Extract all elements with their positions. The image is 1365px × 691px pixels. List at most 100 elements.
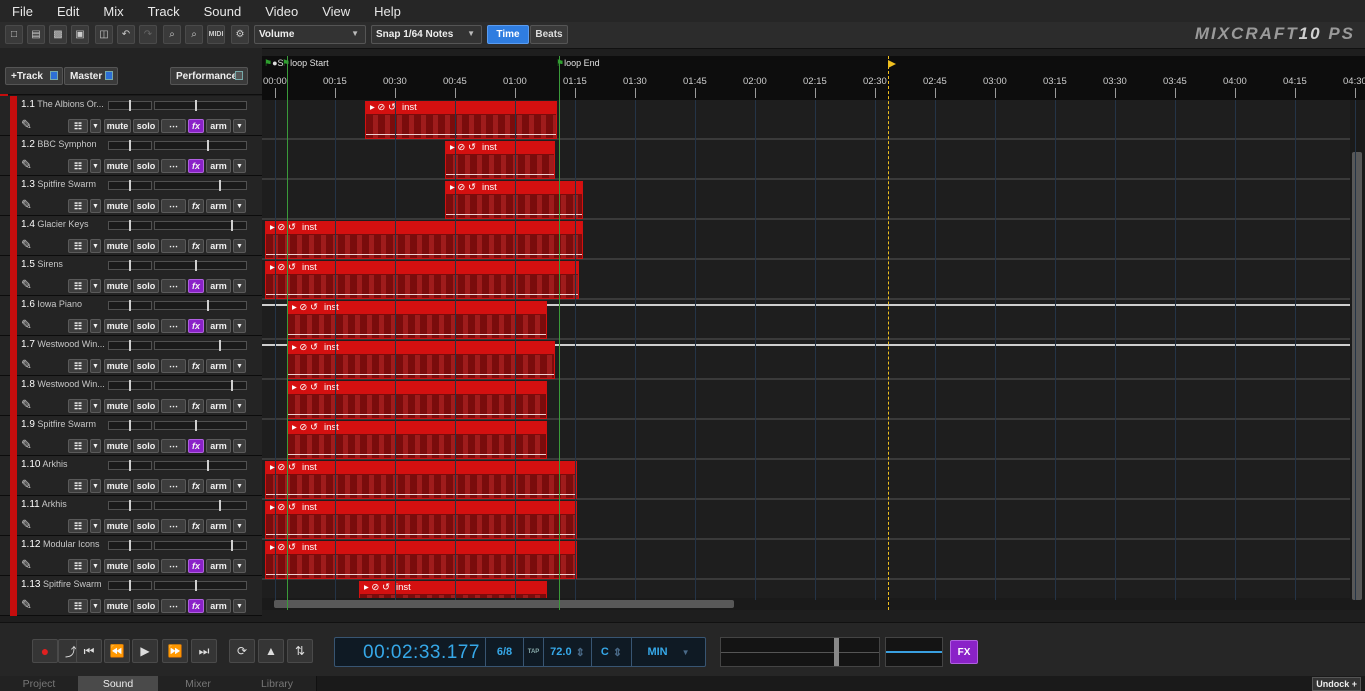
clip-header[interactable]: ▸ ⊘ ↺ inst [446, 182, 582, 194]
chevron-down-icon[interactable]: ▼ [233, 159, 246, 173]
tab-mixer[interactable]: Mixer [158, 676, 239, 691]
midi-clip[interactable]: ▸ ⊘ ↺ inst [365, 101, 557, 139]
automation-icon[interactable]: ⋯ [161, 239, 186, 253]
volume-slider-handle[interactable] [129, 180, 131, 191]
record-icon[interactable]: ● [32, 639, 58, 663]
tap-tempo-button[interactable]: TAP [523, 638, 543, 666]
pan-slider-handle[interactable] [207, 140, 209, 151]
fx-button[interactable]: fx [188, 439, 204, 453]
track-volume-slider[interactable] [108, 220, 152, 231]
arm-button[interactable]: arm [206, 279, 231, 293]
chevron-down-icon[interactable]: ▼ [233, 439, 246, 453]
chevron-down-icon[interactable]: ▼ [90, 359, 101, 373]
clip-menu-icon[interactable]: ▸ ⊘ ↺ [450, 142, 476, 153]
clip-menu-icon[interactable]: ▸ ⊘ ↺ [292, 302, 318, 313]
track-name[interactable]: 1.1 The Albions Or... [21, 99, 104, 110]
mute-button[interactable]: mute [104, 559, 131, 573]
track-volume-slider[interactable] [108, 460, 152, 471]
track-volume-slider[interactable] [108, 100, 152, 111]
piano-keys-icon[interactable]: ☷ [68, 599, 88, 613]
redo-icon[interactable]: ↷ [139, 25, 157, 44]
track-pan-slider[interactable] [154, 460, 247, 471]
solo-button[interactable]: solo [133, 279, 159, 293]
fx-button[interactable]: fx [188, 399, 204, 413]
clip-envelope[interactable] [266, 494, 576, 495]
track-volume-slider[interactable] [108, 140, 152, 151]
mute-button[interactable]: mute [104, 439, 131, 453]
automation-icon[interactable]: ⋯ [161, 359, 186, 373]
midi-clip[interactable]: ▸ ⊘ ↺ inst [265, 541, 577, 579]
automation-icon[interactable]: ⋯ [161, 479, 186, 493]
track-name[interactable]: 1.3 Spitfire Swarm [21, 179, 96, 190]
menu-file[interactable]: File [0, 4, 45, 19]
pan-slider-handle[interactable] [231, 380, 233, 391]
menu-sound[interactable]: Sound [192, 4, 254, 19]
solo-button[interactable]: solo [133, 439, 159, 453]
automation-select[interactable]: Volume ▼ [254, 25, 366, 44]
zoom-in-icon[interactable]: ⌕ [163, 25, 181, 44]
arm-button[interactable]: arm [206, 119, 231, 133]
time-mode-button[interactable]: Time [487, 25, 529, 44]
fx-button[interactable]: fx [188, 479, 204, 493]
piano-keys-icon[interactable]: ☷ [68, 239, 88, 253]
volume-slider-handle[interactable] [129, 380, 131, 391]
clip-envelope[interactable] [266, 294, 578, 295]
chevron-down-icon[interactable]: ▼ [233, 559, 246, 573]
volume-slider-handle[interactable] [129, 580, 131, 591]
mute-button[interactable]: mute [104, 199, 131, 213]
play-icon[interactable]: ▶ [132, 639, 158, 663]
settings-gear-icon[interactable]: ⚙ [231, 25, 249, 44]
automation-icon[interactable]: ⋯ [161, 519, 186, 533]
go-to-end-icon[interactable]: ⏭ [191, 639, 217, 663]
fx-button[interactable]: fx [188, 599, 204, 613]
piano-keys-icon[interactable]: ☷ [68, 439, 88, 453]
clip-menu-icon[interactable]: ▸ ⊘ ↺ [270, 222, 296, 233]
chevron-down-icon[interactable]: ▼ [233, 479, 246, 493]
track-header[interactable]: 1.6 Iowa Piano ✎ ☷ ▼ mute solo ⋯ fx arm ▼ [0, 296, 262, 336]
track-volume-slider[interactable] [108, 420, 152, 431]
clip-envelope[interactable] [288, 334, 546, 335]
clip-menu-icon[interactable]: ▸ ⊘ ↺ [370, 102, 396, 113]
undo-icon[interactable]: ↶ [117, 25, 135, 44]
volume-slider-handle[interactable] [129, 340, 131, 351]
automation-icon[interactable]: ⋯ [161, 559, 186, 573]
vertical-scrollbar[interactable] [1350, 100, 1365, 610]
chevron-down-icon[interactable]: ▼ [90, 519, 101, 533]
arm-button[interactable]: arm [206, 519, 231, 533]
track-header[interactable]: 1.4 Glacier Keys ✎ ☷ ▼ mute solo ⋯ fx arm ▼ [0, 216, 262, 256]
menu-video[interactable]: Video [253, 4, 310, 19]
instrument-icon[interactable]: ✎ [21, 437, 39, 453]
track-header[interactable]: 1.12 Modular Icons ✎ ☷ ▼ mute solo ⋯ fx arm ▼ [0, 536, 262, 576]
instrument-icon[interactable]: ✎ [21, 117, 39, 133]
clip-menu-icon[interactable]: ▸ ⊘ ↺ [270, 542, 296, 553]
timeline-area[interactable]: 00:00 00:15 00:30 00:45 01:00 01:15 01:30 01:45… [262, 56, 1365, 610]
track-volume-slider[interactable] [108, 580, 152, 591]
chevron-down-icon[interactable]: ▼ [233, 119, 246, 133]
menu-mix[interactable]: Mix [91, 4, 135, 19]
fx-button[interactable]: fx [188, 199, 204, 213]
new-file-icon[interactable]: □ [5, 25, 23, 44]
volume-slider-handle[interactable] [129, 540, 131, 551]
fx-button[interactable]: fx [188, 159, 204, 173]
cut-icon[interactable]: ◫ [95, 25, 113, 44]
arm-button[interactable]: arm [206, 159, 231, 173]
solo-button[interactable]: solo [133, 239, 159, 253]
instrument-icon[interactable]: ✎ [21, 197, 39, 213]
track-header[interactable]: 1.3 Spitfire Swarm ✎ ☷ ▼ mute solo ⋯ fx arm ▼ [0, 176, 262, 216]
fx-button[interactable]: fx [188, 279, 204, 293]
clip-header[interactable]: ▸ ⊘ ↺ inst [266, 222, 582, 234]
clip-header[interactable]: ▸ ⊘ ↺ inst [288, 422, 546, 434]
automation-icon[interactable]: ⋯ [161, 319, 186, 333]
instrument-icon[interactable]: ✎ [21, 317, 39, 333]
chevron-down-icon[interactable]: ▼ [90, 479, 101, 493]
track-header[interactable]: 1.9 Spitfire Swarm ✎ ☷ ▼ mute solo ⋯ fx arm ▼ [0, 416, 262, 456]
piano-keys-icon[interactable]: ☷ [68, 279, 88, 293]
clip-header[interactable]: ▸ ⊘ ↺ inst [266, 542, 576, 554]
track-lane[interactable] [262, 180, 1350, 220]
pan-slider-handle[interactable] [195, 420, 197, 431]
midi-clip[interactable]: ▸ ⊘ ↺ inst [265, 461, 577, 499]
arm-button[interactable]: arm [206, 239, 231, 253]
piano-keys-icon[interactable]: ☷ [68, 319, 88, 333]
midi-clip[interactable]: ▸ ⊘ ↺ inst [265, 501, 577, 539]
chevron-down-icon[interactable]: ▼ [90, 399, 101, 413]
